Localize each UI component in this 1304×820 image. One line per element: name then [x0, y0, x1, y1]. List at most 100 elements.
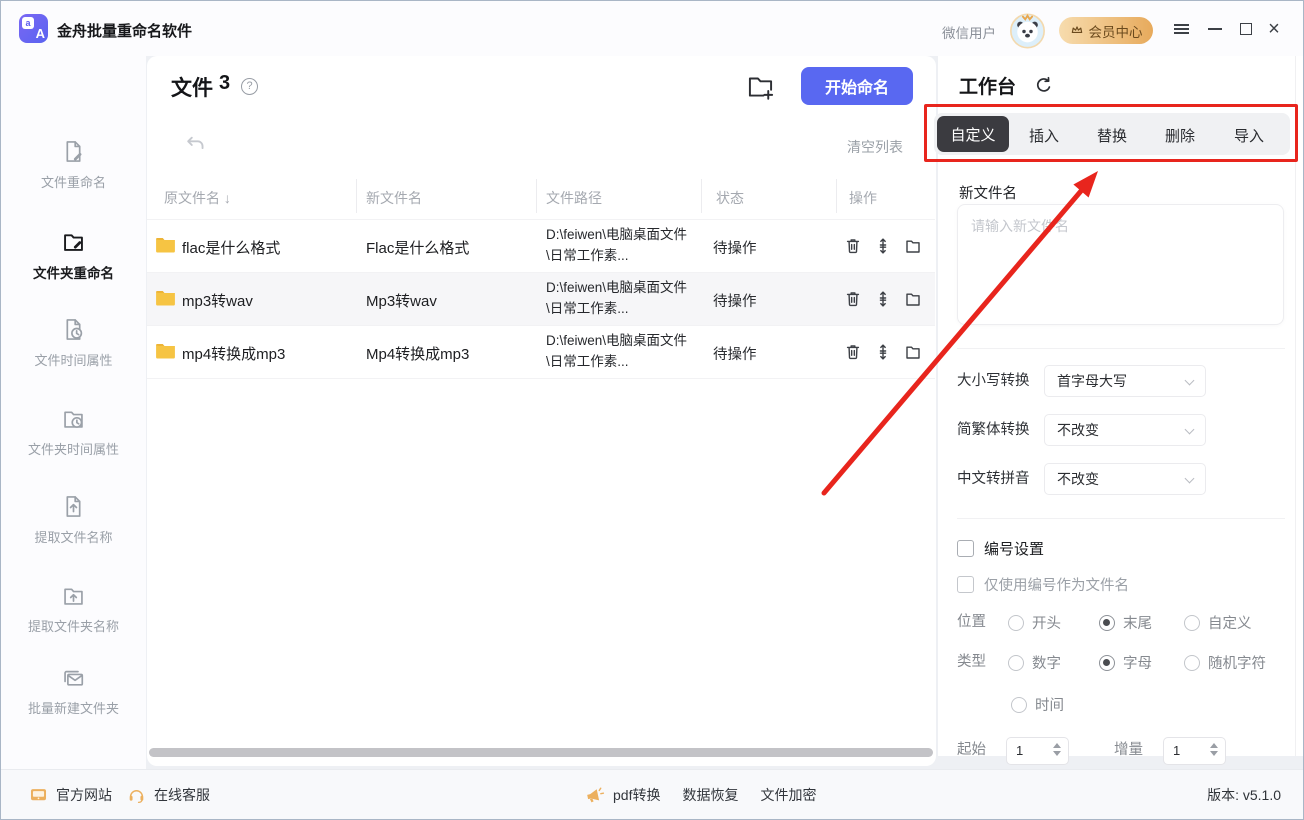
vip-center-button[interactable]: 会员中心 [1059, 17, 1153, 44]
delete-row-icon[interactable] [843, 342, 863, 362]
simplified-traditional-select[interactable]: 不改变 [1044, 414, 1206, 446]
sidebar-item-batch-new-folder[interactable]: 批量新建文件夹 [1, 664, 146, 717]
sidebar-item-folder-rename[interactable]: 文件夹重命名 [1, 228, 146, 282]
sidebar-item-label: 文件时间属性 [1, 350, 146, 369]
move-row-icon[interactable] [873, 342, 893, 362]
position-label: 位置 [957, 613, 986, 631]
sidebar: 文件重命名 文件夹重命名 文件时间属性 文件夹时间属性 [1, 56, 146, 769]
sidebar-item-folder-time[interactable]: 文件夹时间属性 [1, 405, 146, 458]
app-logo-big-letter: A [36, 26, 45, 41]
sidebar-item-label: 提取文件名称 [1, 527, 146, 546]
help-icon[interactable]: ? [241, 78, 258, 95]
column-header-original[interactable]: 原文件名 ↓ [164, 188, 231, 208]
radio-type-time[interactable]: 时间 [1011, 694, 1064, 715]
extract-file-name-icon [60, 493, 87, 520]
open-folder-icon[interactable] [903, 236, 923, 256]
folder-rename-icon [60, 228, 87, 255]
case-convert-label: 大小写转换 [957, 365, 1030, 397]
numbering-settings-label: 编号设置 [984, 538, 1044, 559]
cell-original-name[interactable]: flac是什么格式 [182, 237, 280, 258]
sort-desc-icon[interactable]: ↓ [224, 190, 231, 206]
monitor-icon [29, 786, 48, 805]
online-service-link[interactable]: 在线客服 [127, 770, 210, 820]
refresh-icon[interactable] [1034, 76, 1053, 95]
delete-row-icon[interactable] [843, 236, 863, 256]
menu-button[interactable] [1170, 19, 1192, 39]
radio-position-end[interactable]: 末尾 [1099, 612, 1152, 633]
increment-stepper[interactable]: 1 [1163, 737, 1226, 765]
numbering-settings-checkbox[interactable] [957, 540, 974, 557]
sidebar-item-extract-file-name[interactable]: 提取文件名称 [1, 493, 146, 546]
cell-original-name[interactable]: mp3转wav [182, 290, 253, 311]
radio-position-custom[interactable]: 自定义 [1184, 612, 1252, 633]
sidebar-item-label: 文件重命名 [1, 172, 146, 191]
sidebar-item-label: 批量新建文件夹 [1, 698, 146, 717]
start-number-stepper[interactable]: 1 [1006, 737, 1069, 765]
number-only-checkbox[interactable] [957, 576, 974, 593]
add-folder-icon[interactable] [745, 71, 776, 102]
tab-insert[interactable]: 插入 [1012, 125, 1076, 146]
column-header-path: 文件路径 [546, 188, 602, 208]
folder-icon [156, 343, 175, 359]
sidebar-item-file-rename[interactable]: 文件重命名 [1, 138, 146, 191]
app-window: a A 金舟批量重命名软件 微信用户 会员中心 × 文 [0, 0, 1304, 820]
cell-file-path: D:\feiwen\电脑桌面文件\日常工作素... [546, 225, 698, 267]
minimize-button[interactable] [1204, 19, 1226, 39]
cell-new-name[interactable]: Mp3转wav [366, 290, 437, 311]
clear-list-button[interactable]: 清空列表 [847, 137, 903, 157]
cell-new-name[interactable]: Mp4转换成mp3 [366, 343, 469, 364]
folder-icon [156, 290, 175, 306]
titlebar: a A 金舟批量重命名软件 微信用户 会员中心 × [1, 1, 1303, 56]
app-title: 金舟批量重命名软件 [57, 20, 192, 41]
start-number-label: 起始 [957, 741, 986, 759]
tab-custom[interactable]: 自定义 [937, 116, 1009, 152]
increment-label: 增量 [1114, 741, 1143, 759]
radio-type-letter[interactable]: 字母 [1099, 652, 1152, 673]
close-button[interactable]: × [1263, 19, 1285, 39]
promo-pdf[interactable]: pdf转换 [613, 785, 660, 805]
radio-type-random[interactable]: 随机字符 [1184, 652, 1266, 673]
simplified-traditional-label: 简繁体转换 [957, 414, 1030, 446]
pinyin-convert-label: 中文转拼音 [957, 463, 1030, 495]
new-filename-input[interactable] [957, 204, 1284, 325]
start-rename-button[interactable]: 开始命名 [801, 67, 913, 105]
promo-recovery[interactable]: 数据恢复 [682, 785, 738, 805]
statusbar: 官方网站 在线客服 pdf转换 数据恢复 文件加密 版本: v5 [1, 769, 1303, 820]
move-row-icon[interactable] [873, 236, 893, 256]
megaphone-icon [584, 785, 605, 806]
file-rename-icon [60, 138, 87, 165]
number-only-label: 仅使用编号作为文件名 [984, 574, 1129, 595]
open-folder-icon[interactable] [903, 342, 923, 362]
cell-status: 待操作 [713, 290, 757, 311]
tab-replace[interactable]: 替换 [1080, 125, 1144, 146]
type-label: 类型 [957, 653, 986, 671]
sidebar-item-label: 文件夹重命名 [1, 262, 146, 282]
sidebar-item-extract-folder-name[interactable]: 提取文件夹名称 [1, 582, 146, 635]
sidebar-item-file-time[interactable]: 文件时间属性 [1, 316, 146, 369]
crown-icon [1070, 24, 1084, 38]
batch-new-folder-icon [60, 664, 87, 691]
numbering-settings-row: 编号设置 [957, 538, 1044, 559]
avatar[interactable] [1009, 12, 1046, 49]
radio-type-number[interactable]: 数字 [1008, 652, 1061, 673]
tab-delete[interactable]: 删除 [1148, 125, 1212, 146]
undo-icon[interactable] [184, 133, 209, 158]
horizontal-scrollbar[interactable] [149, 748, 933, 757]
cell-file-path: D:\feiwen\电脑桌面文件\日常工作素... [546, 331, 698, 373]
maximize-button[interactable] [1235, 19, 1257, 39]
number-only-row: 仅使用编号作为文件名 [957, 574, 1129, 595]
move-row-icon[interactable] [873, 289, 893, 309]
case-convert-select[interactable]: 首字母大写 [1044, 365, 1206, 397]
cell-new-name[interactable]: Flac是什么格式 [366, 237, 469, 258]
cell-status: 待操作 [713, 237, 757, 258]
promo-encrypt[interactable]: 文件加密 [760, 785, 816, 805]
tab-import[interactable]: 导入 [1217, 125, 1281, 146]
chevron-down-icon [1185, 425, 1195, 435]
radio-position-start[interactable]: 开头 [1008, 612, 1061, 633]
open-folder-icon[interactable] [903, 289, 923, 309]
delete-row-icon[interactable] [843, 289, 863, 309]
pinyin-convert-select[interactable]: 不改变 [1044, 463, 1206, 495]
extract-folder-name-icon [60, 582, 87, 609]
cell-original-name[interactable]: mp4转换成mp3 [182, 343, 285, 364]
official-site-link[interactable]: 官方网站 [29, 770, 112, 820]
